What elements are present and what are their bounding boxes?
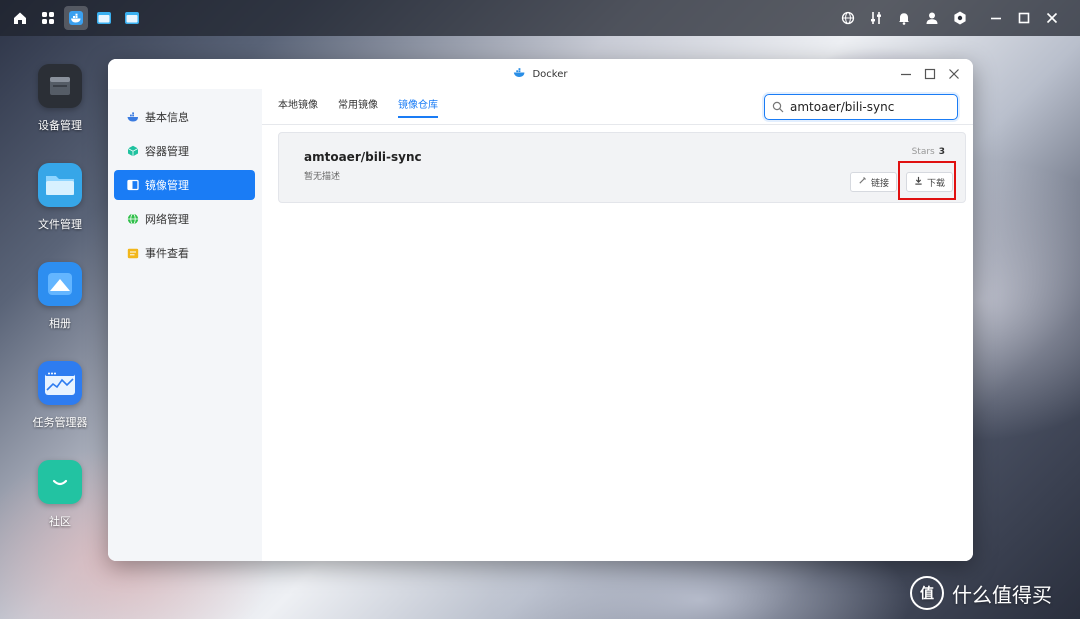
image-name: amtoaer/bili-sync [304,150,422,164]
desktop-icon-label: 文件管理 [38,218,82,231]
search-box[interactable] [764,94,958,120]
sidebar-item-label: 事件查看 [145,247,189,260]
desktop-icon-label: 社区 [49,515,71,528]
globe-green-icon [127,213,139,225]
sidebar-item-image-management[interactable]: 镜像管理 [114,170,255,200]
desktop-icon-photos[interactable]: 相册 [20,262,100,331]
maximize-icon[interactable] [1010,6,1038,30]
sidebar-item-label: 基本信息 [145,111,189,124]
desktop-icon-device-manager[interactable]: 设备管理 [20,64,100,133]
device-box-icon [38,64,82,108]
bell-icon[interactable] [890,6,918,30]
folder-window-icon[interactable] [92,6,116,30]
tab-bar: 本地镜像 常用镜像 镜像仓库 [278,89,438,123]
docker-whale-icon [513,67,526,81]
folder-icon [38,163,82,207]
desktop-icon-label: 相册 [49,317,71,330]
close-icon[interactable] [1038,6,1066,30]
window-maximize-button[interactable] [921,65,939,83]
sidebar-item-network-management[interactable]: 网络管理 [114,204,255,234]
watermark-text: 什么值得买 [952,582,1052,607]
search-icon [772,101,784,113]
highlight-annotation-box [898,161,956,200]
search-input[interactable] [788,99,952,115]
link-button[interactable]: 链接 [850,172,898,192]
window-close-button[interactable] [945,65,963,83]
whale-icon [127,111,139,123]
image-book-icon [127,179,139,191]
sidebar-item-event-viewer[interactable]: 事件查看 [114,238,255,268]
tabs-divider [262,124,973,125]
link-icon [858,176,867,188]
home-icon[interactable] [8,6,32,30]
link-label: 链接 [871,178,890,189]
watermark-logo: 值 [910,576,944,610]
chat-smile-icon [38,460,82,504]
window-minimize-button[interactable] [897,65,915,83]
sidebar-item-container-management[interactable]: 容器管理 [114,136,255,166]
stars-label: Stars [911,147,935,157]
sidebar-item-label: 镜像管理 [145,179,189,192]
desktop-icon-file-manager[interactable]: 文件管理 [20,163,100,232]
settings-icon[interactable] [946,6,974,30]
sidebar-item-label: 网络管理 [145,213,189,226]
desktop-icon-label: 任务管理器 [32,416,88,429]
desktop-icon-task-manager[interactable]: 任务管理器 [20,361,100,430]
desktop-icon-label: 设备管理 [38,119,82,132]
main-content: 本地镜像 常用镜像 镜像仓库 amtoaer/bili-sync 暂无描述 St… [262,89,973,561]
apps-grid-icon[interactable] [36,6,60,30]
watermark: 值 什么值得买 [910,576,1052,610]
event-list-icon [127,247,139,259]
sidebar-item-basic-info[interactable]: 基本信息 [114,102,255,132]
image-result-card: amtoaer/bili-sync 暂无描述 Stars 3 链接 下载 [278,132,966,203]
tab-common-images[interactable]: 常用镜像 [338,89,378,123]
sidebar: 基本信息 容器管理 镜像管理 网络管理 事件查看 [108,89,262,561]
stars-count: Stars 3 [912,147,945,157]
minimize-icon[interactable] [982,6,1010,30]
docker-whale-icon[interactable] [64,6,88,30]
window-titlebar[interactable]: Docker [108,59,973,89]
cube-icon [127,145,139,157]
folder-window-icon-2[interactable] [120,6,144,30]
tab-local-images[interactable]: 本地镜像 [278,89,318,123]
desktop-icon-community[interactable]: 社区 [20,460,100,529]
sliders-icon[interactable] [862,6,890,30]
window-title: Docker [532,68,568,80]
globe-icon[interactable] [834,6,862,30]
docker-window: Docker 基本信息 容器管理 镜像管理 网络管理 事件查看 本地镜像 常用镜… [108,59,973,561]
tab-image-registry[interactable]: 镜像仓库 [398,89,438,123]
monitor-chart-icon [38,361,82,405]
stars-value: 3 [938,147,945,157]
sidebar-item-label: 容器管理 [145,145,189,158]
image-description: 暂无描述 [304,172,341,182]
photo-mountain-icon [38,262,82,306]
user-icon[interactable] [918,6,946,30]
system-taskbar [0,0,1080,36]
